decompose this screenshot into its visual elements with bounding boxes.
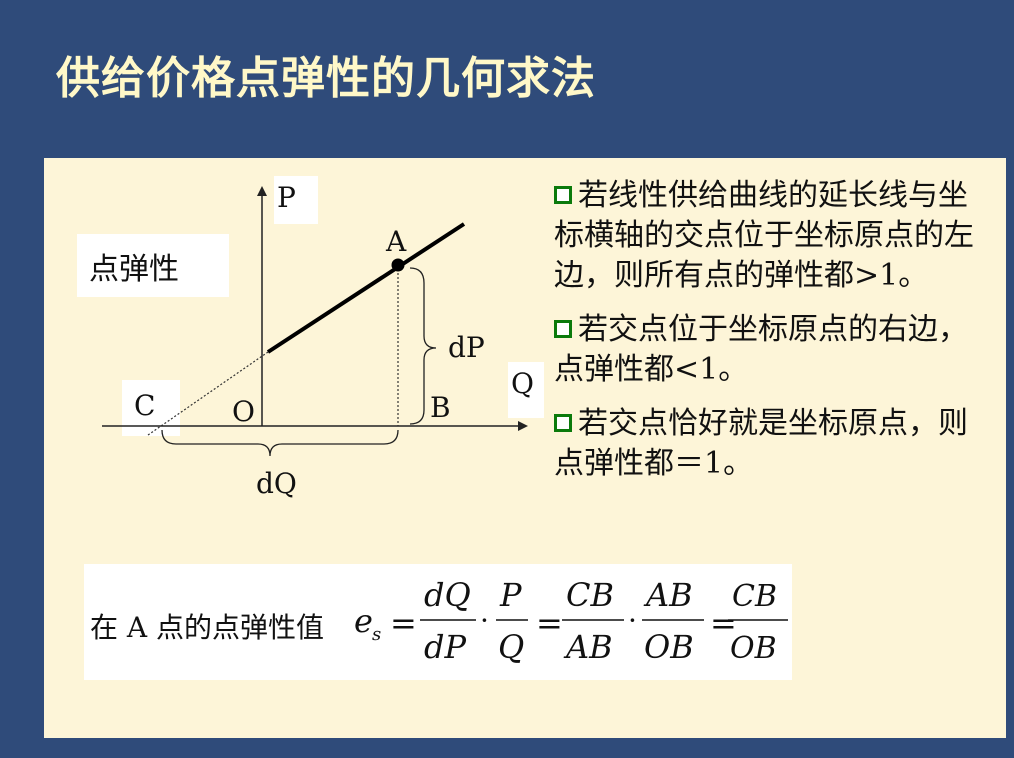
point-a-label: A xyxy=(386,225,407,258)
point-a-dot xyxy=(391,258,405,272)
square-bullet-icon xyxy=(554,414,572,432)
supply-line xyxy=(266,222,466,354)
rule-item: 若交点位于坐标原点的右边，点弹性都<1。 xyxy=(554,310,994,390)
x-axis-arrow xyxy=(518,421,528,431)
slide-title: 供给价格点弹性的几何求法 xyxy=(56,53,596,104)
frac2-den: Q xyxy=(498,628,524,666)
frac3-den: AB xyxy=(563,628,613,666)
frac5-num: CB xyxy=(732,579,777,614)
origin-label: O xyxy=(232,395,255,428)
elasticity-label-box: 点弹性 xyxy=(77,234,229,297)
dot-1: · xyxy=(480,604,489,637)
square-bullet-icon xyxy=(554,186,572,204)
dq-brace xyxy=(161,429,399,457)
frac2-num: P xyxy=(499,576,522,614)
formula-lhs: e xyxy=(354,602,373,640)
rule-text: 若交点位于坐标原点的右边，点弹性都<1。 xyxy=(554,312,968,387)
rule-text: 若线性供给曲线的延长线与坐标横轴的交点位于坐标原点的左边，则所有点的弹性都>1。 xyxy=(554,178,974,293)
rule-item: 若交点恰好就是坐标原点，则点弹性都＝1。 xyxy=(554,404,994,484)
frac4-num: AB xyxy=(643,576,693,614)
formula-eq-2: = xyxy=(536,604,563,642)
frac1-den: dP xyxy=(424,628,466,666)
point-c-label: C xyxy=(134,389,156,422)
square-bullet-icon xyxy=(554,320,572,338)
frac1-num: dQ xyxy=(424,576,471,614)
axis-p-label: P xyxy=(277,181,296,214)
axis-q-label: Q xyxy=(511,367,534,400)
dq-label: dQ xyxy=(256,467,297,500)
frac4-den: OB xyxy=(644,628,694,666)
dot-2: · xyxy=(628,604,637,637)
formula-box: 在 A 点的点弹性值 e s = dQ dP · P Q = CB AB · A… xyxy=(84,564,792,680)
rule-item: 若线性供给曲线的延长线与坐标横轴的交点位于坐标原点的左边，则所有点的弹性都>1。 xyxy=(554,176,994,296)
frac5-den: OB xyxy=(730,631,777,666)
point-b-label: B xyxy=(430,391,451,424)
y-axis-arrow xyxy=(257,186,267,196)
dp-label: dP xyxy=(448,331,485,364)
formula-lhs-sub: s xyxy=(372,624,381,645)
formula-eq-1: = xyxy=(390,604,417,642)
formula-math: e s = dQ dP · P Q = CB AB · AB OB = CB O… xyxy=(354,576,788,666)
content-panel: P Q A B C O dP dQ 点弹性 若线性供给曲线的延长线与坐标横轴的交… xyxy=(44,158,1006,738)
rule-text: 若交点恰好就是坐标原点，则点弹性都＝1。 xyxy=(554,406,968,481)
frac3-num: CB xyxy=(566,576,614,614)
rules-list: 若线性供给曲线的延长线与坐标横轴的交点位于坐标原点的左边，则所有点的弹性都>1。… xyxy=(554,176,994,498)
